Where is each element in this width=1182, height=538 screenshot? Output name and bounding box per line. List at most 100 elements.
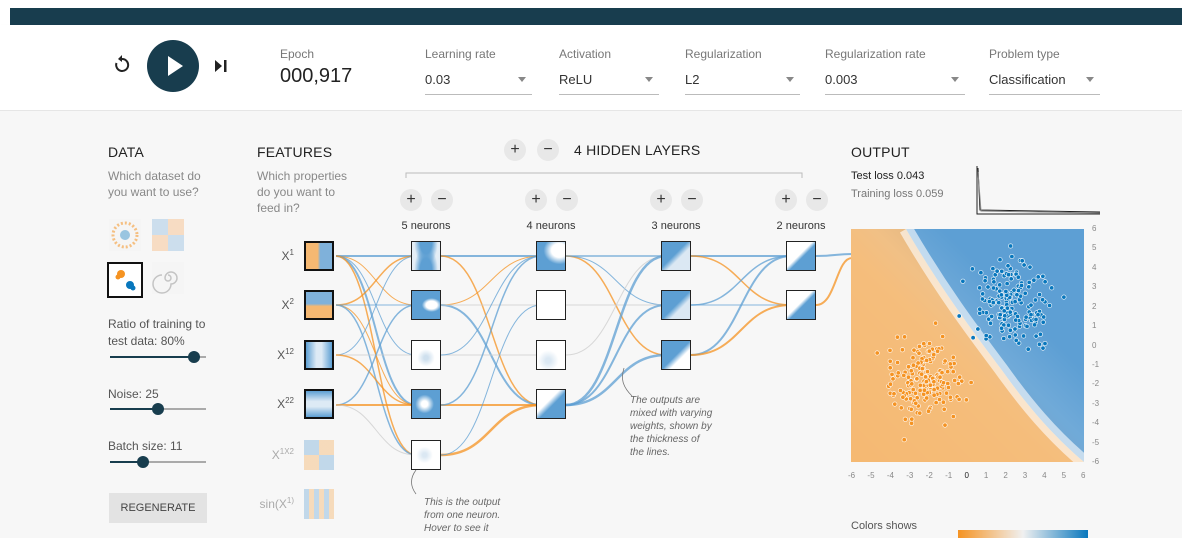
neuron-4-2[interactable] [786, 290, 816, 320]
scatter-point [988, 320, 994, 326]
scatter-point [931, 392, 937, 398]
y-tick-label: 5 [1092, 243, 1097, 253]
scatter-point [900, 394, 906, 400]
add-layer-button[interactable]: + [504, 139, 526, 161]
neuron-1-4[interactable] [411, 389, 441, 419]
neuron-3-3[interactable] [661, 340, 691, 370]
scatter-point [917, 382, 923, 388]
scatter-point [952, 377, 958, 383]
scatter-point [926, 408, 932, 414]
x-tick-label: 0 [964, 471, 969, 480]
scatter-point [999, 325, 1005, 331]
scatter-point [1026, 284, 1032, 290]
layer4-remove-neuron[interactable]: − [806, 189, 828, 211]
scatter-point [1001, 308, 1007, 314]
layer2-remove-neuron[interactable]: − [556, 189, 578, 211]
neuron-4-1[interactable] [786, 241, 816, 271]
neuron-1-5[interactable] [411, 440, 441, 470]
neuron-3-1[interactable] [661, 241, 691, 271]
neuron-1-3[interactable] [411, 340, 441, 370]
test-loss: Test loss 0.043 [851, 170, 925, 182]
neuron-2-2[interactable] [536, 290, 566, 320]
neuron-3-2[interactable] [661, 290, 691, 320]
scatter-point [931, 352, 937, 358]
neuron-1-2[interactable] [411, 290, 441, 320]
neuron-2-3[interactable] [536, 340, 566, 370]
layer1-neuron-count: 5 neurons [401, 220, 451, 232]
scatter-point [1025, 346, 1031, 352]
scatter-point [989, 313, 995, 319]
scatter-point [1022, 290, 1028, 296]
scatter-point [924, 395, 930, 401]
remove-layer-button[interactable]: − [537, 139, 559, 161]
scatter-point [982, 278, 988, 284]
colors-shows-label: Colors shows [851, 520, 918, 532]
layer1-remove-neuron[interactable]: − [431, 189, 453, 211]
scatter-point [1016, 288, 1022, 294]
scatter-point [919, 366, 925, 372]
neuron-2-1[interactable] [536, 241, 566, 271]
scatter-point [1006, 272, 1012, 278]
scatter-point [937, 374, 943, 380]
scatter-point [1049, 285, 1055, 291]
y-tick-label: 3 [1092, 282, 1097, 292]
layer2-add-neuron[interactable]: + [525, 189, 547, 211]
links-layer4-to-output [815, 253, 853, 306]
scatter-point [999, 268, 1005, 274]
scatter-point [1031, 277, 1037, 283]
scatter-point [906, 364, 912, 370]
scatter-point [990, 300, 996, 306]
scatter-point [975, 326, 981, 332]
scatter-point [914, 376, 920, 382]
scatter-point [889, 371, 895, 377]
scatter-point [921, 391, 927, 397]
scatter-point [916, 343, 922, 349]
scatter-point [1013, 317, 1019, 323]
scatter-point [950, 369, 956, 375]
scatter-point [997, 257, 1003, 263]
scatter-point [1008, 276, 1014, 282]
scatter-point [1033, 316, 1039, 322]
scatter-point [917, 410, 923, 416]
scatter-point [945, 381, 951, 387]
layer4-add-neuron[interactable]: + [775, 189, 797, 211]
scatter-point [1032, 322, 1038, 328]
neuron-1-1[interactable] [411, 241, 441, 271]
layer1-add-neuron[interactable]: + [400, 189, 422, 211]
scatter-point [947, 394, 953, 400]
scatter-point [940, 399, 946, 405]
scatter-point [911, 347, 917, 353]
links-layer2-to-layer3 [565, 254, 667, 407]
scatter-point [979, 296, 985, 302]
scatter-point [931, 379, 937, 385]
scatter-point [1028, 312, 1034, 318]
x-tick-label: 6 [1081, 471, 1086, 480]
scatter-point [1027, 264, 1033, 270]
scatter-point [1007, 327, 1013, 333]
scatter-point [1042, 279, 1048, 285]
scatter-point [887, 365, 893, 371]
scatter-point [960, 278, 966, 284]
y-tick-label: -2 [1092, 379, 1100, 389]
scatter-point [963, 397, 969, 403]
layer3-remove-neuron[interactable]: − [681, 189, 703, 211]
scatter-point [1015, 274, 1021, 280]
layer3-add-neuron[interactable]: + [650, 189, 672, 211]
scatter-point [1026, 279, 1032, 285]
x-tick-label: -3 [906, 471, 914, 480]
scatter-point [923, 379, 929, 385]
neuron-2-4[interactable] [536, 389, 566, 419]
scatter-point [1008, 243, 1014, 249]
scatter-point [997, 312, 1003, 318]
scatter-point [887, 381, 893, 387]
scatter-point [1019, 282, 1025, 288]
links-layer1-to-layer2 [440, 254, 542, 457]
scatter-point [1021, 333, 1027, 339]
weights-note-line-1: The outputs are [630, 395, 701, 406]
scatter-point [927, 341, 933, 347]
y-tick-label: -5 [1092, 437, 1100, 447]
x-tick-label: -4 [886, 471, 894, 480]
weights-note-line-4: the thickness of [630, 434, 700, 445]
weights-note-line-3: weights, shown by [630, 421, 712, 432]
scatter-point [978, 270, 984, 276]
